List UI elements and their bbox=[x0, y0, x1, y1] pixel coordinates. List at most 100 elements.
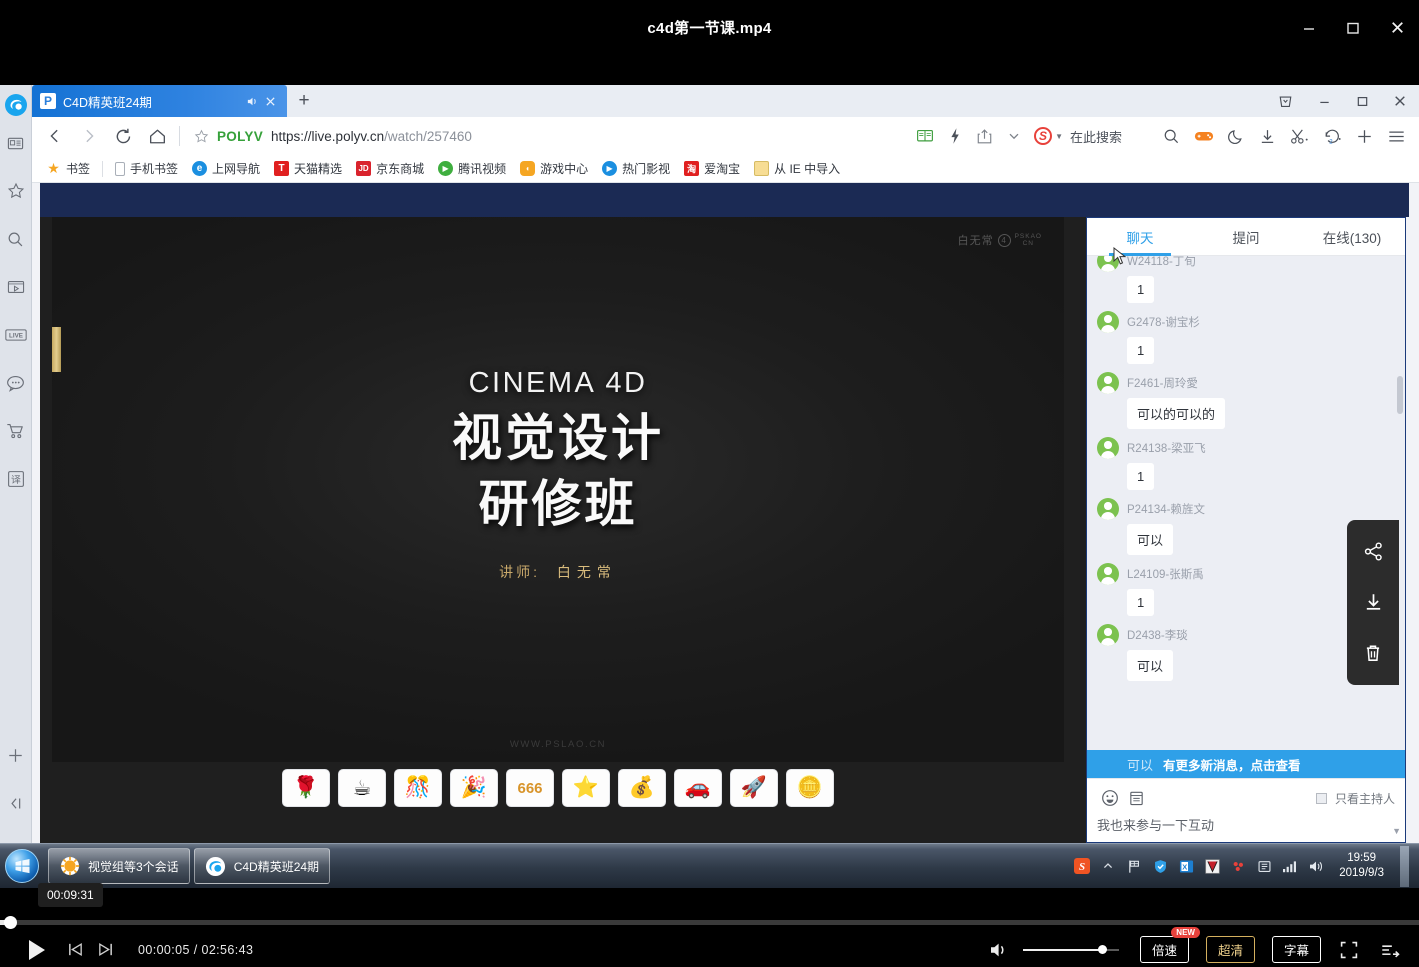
gift-item[interactable]: ⭐ bbox=[562, 769, 610, 807]
search-engine-selector[interactable]: S ▼ 在此搜索 bbox=[1028, 127, 1128, 146]
chevron-down-icon[interactable]: ▼ bbox=[1392, 826, 1401, 836]
trash-icon[interactable] bbox=[1353, 633, 1393, 675]
gift-item[interactable]: 🌹 bbox=[282, 769, 330, 807]
reload-icon[interactable] bbox=[106, 119, 140, 153]
gift-item[interactable]: 666 bbox=[506, 769, 554, 807]
close-icon[interactable] bbox=[261, 92, 279, 110]
dots-icon[interactable] bbox=[1229, 857, 1247, 875]
scissors-icon[interactable] bbox=[1283, 119, 1316, 153]
maximize-icon[interactable] bbox=[1343, 85, 1381, 117]
play-button[interactable] bbox=[14, 932, 60, 967]
share-icon[interactable] bbox=[969, 119, 1000, 153]
chat-icon[interactable] bbox=[1, 359, 31, 407]
speaker-icon[interactable] bbox=[243, 92, 261, 110]
new-messages-banner[interactable]: 可以 有更多新消息，点击查看 bbox=[1087, 750, 1405, 778]
playback-speed-button[interactable]: 倍速 NEW bbox=[1140, 936, 1189, 963]
gift-item[interactable]: 🚀 bbox=[730, 769, 778, 807]
collapse-icon[interactable] bbox=[1, 779, 31, 827]
chat-message-list[interactable]: W24118-丁旬 1 G2478-谢宝杉 1 bbox=[1087, 256, 1405, 778]
maximize-icon[interactable] bbox=[1331, 0, 1375, 55]
video-player[interactable]: 白无常 4 PSKAO CN CINEMA 4D 视觉设计 研修班 bbox=[52, 217, 1064, 762]
taskbar-clock[interactable]: 19:59 2019/9/3 bbox=[1339, 851, 1384, 881]
minimize-icon[interactable] bbox=[1305, 85, 1343, 117]
chat-input[interactable]: 我也来参与一下互动 bbox=[1097, 815, 1395, 834]
live-icon[interactable]: LIVE bbox=[1, 311, 31, 359]
bookmark-item[interactable]: ▶ 热门影视 bbox=[596, 158, 676, 179]
chevron-down-icon[interactable] bbox=[1000, 119, 1028, 153]
volume-icon[interactable] bbox=[988, 939, 1010, 961]
media-progress-bar[interactable] bbox=[0, 920, 1419, 925]
gamepad-icon[interactable] bbox=[1187, 119, 1221, 153]
v-icon[interactable] bbox=[1203, 857, 1221, 875]
excel-icon[interactable]: X bbox=[1177, 857, 1195, 875]
volume-icon[interactable] bbox=[1307, 857, 1325, 875]
gift-item[interactable]: 🪙 bbox=[786, 769, 834, 807]
gift-item[interactable]: 💰 bbox=[618, 769, 666, 807]
bookmark-item[interactable]: ★ 书签 bbox=[40, 158, 96, 179]
close-icon[interactable] bbox=[1375, 0, 1419, 55]
previous-button[interactable] bbox=[60, 932, 90, 967]
bookmark-item[interactable]: T 天猫精选 bbox=[268, 158, 348, 179]
reading-list-icon[interactable] bbox=[909, 119, 941, 153]
search-icon[interactable] bbox=[1156, 119, 1187, 153]
favorites-icon[interactable] bbox=[1, 167, 31, 215]
new-tab-button[interactable]: + bbox=[287, 85, 321, 117]
minimize-icon[interactable] bbox=[1287, 0, 1331, 55]
bookmark-item[interactable]: 从 IE 中导入 bbox=[748, 158, 846, 179]
media-progress-knob[interactable] bbox=[4, 916, 17, 929]
restore-session-icon[interactable] bbox=[1265, 85, 1305, 117]
chevron-down-icon[interactable]: ▼ bbox=[1055, 132, 1063, 141]
tab-online[interactable]: 在线(130) bbox=[1299, 218, 1405, 255]
subtitle-button[interactable]: 字幕 bbox=[1272, 936, 1321, 963]
quality-button[interactable]: 超清 bbox=[1206, 936, 1255, 963]
bookmark-item[interactable]: 手机书签 bbox=[109, 158, 184, 179]
signal-icon[interactable] bbox=[1281, 857, 1299, 875]
address-bar[interactable]: POLYV https://live.polyv.cn/watch/257460 bbox=[185, 122, 909, 150]
chevron-up-icon[interactable] bbox=[1099, 857, 1117, 875]
host-only-checkbox[interactable] bbox=[1316, 793, 1327, 804]
shield-icon[interactable] bbox=[1151, 857, 1169, 875]
chat-scrollbar[interactable] bbox=[1397, 376, 1403, 414]
gift-item[interactable]: 🚗 bbox=[674, 769, 722, 807]
lightning-icon[interactable] bbox=[941, 119, 969, 153]
history-icon[interactable]: 2 bbox=[1316, 119, 1349, 153]
browser-logo-icon[interactable] bbox=[2, 91, 30, 119]
tab-chat[interactable]: 聊天 bbox=[1087, 218, 1193, 255]
add-icon[interactable] bbox=[1349, 119, 1380, 153]
gift-item[interactable]: 🎊 bbox=[394, 769, 442, 807]
download-icon[interactable] bbox=[1353, 582, 1393, 624]
back-icon[interactable] bbox=[38, 119, 72, 153]
translate-icon[interactable]: 译 bbox=[1, 455, 31, 503]
fullscreen-icon[interactable] bbox=[1336, 937, 1362, 963]
device-icon[interactable] bbox=[1255, 857, 1273, 875]
cart-icon[interactable] bbox=[1, 407, 31, 455]
start-button[interactable] bbox=[0, 844, 44, 888]
taskbar-item-qq[interactable]: 视觉组等3个会话 bbox=[48, 848, 190, 884]
show-desktop-button[interactable] bbox=[1400, 846, 1409, 887]
download-icon[interactable] bbox=[1252, 119, 1283, 153]
share-icon[interactable] bbox=[1353, 531, 1393, 573]
video-icon[interactable] bbox=[1, 263, 31, 311]
playlist-icon[interactable] bbox=[1377, 937, 1403, 963]
close-icon[interactable] bbox=[1381, 85, 1419, 117]
add-icon[interactable] bbox=[1, 731, 31, 779]
browser-tab-active[interactable]: P C4D精英班24期 bbox=[32, 85, 287, 117]
emoji-icon[interactable] bbox=[1097, 787, 1123, 809]
moon-icon[interactable] bbox=[1221, 119, 1252, 153]
sogou-icon[interactable]: S bbox=[1073, 857, 1091, 875]
note-icon[interactable] bbox=[1123, 787, 1149, 809]
home-icon[interactable] bbox=[140, 119, 174, 153]
bookmark-item[interactable]: ◖ 游戏中心 bbox=[514, 158, 594, 179]
menu-icon[interactable] bbox=[1380, 119, 1413, 153]
gift-item[interactable]: ☕ bbox=[338, 769, 386, 807]
search-icon[interactable] bbox=[1, 215, 31, 263]
gift-item[interactable]: 🎉 bbox=[450, 769, 498, 807]
tab-questions[interactable]: 提问 bbox=[1193, 218, 1299, 255]
news-icon[interactable] bbox=[1, 119, 31, 167]
volume-slider[interactable] bbox=[1023, 944, 1119, 956]
bookmark-item[interactable]: e 上网导航 bbox=[186, 158, 266, 179]
bookmark-item[interactable]: 淘 爱淘宝 bbox=[678, 158, 746, 179]
bookmark-star-icon[interactable] bbox=[189, 129, 213, 144]
forward-icon[interactable] bbox=[72, 119, 106, 153]
flag-icon[interactable] bbox=[1125, 857, 1143, 875]
